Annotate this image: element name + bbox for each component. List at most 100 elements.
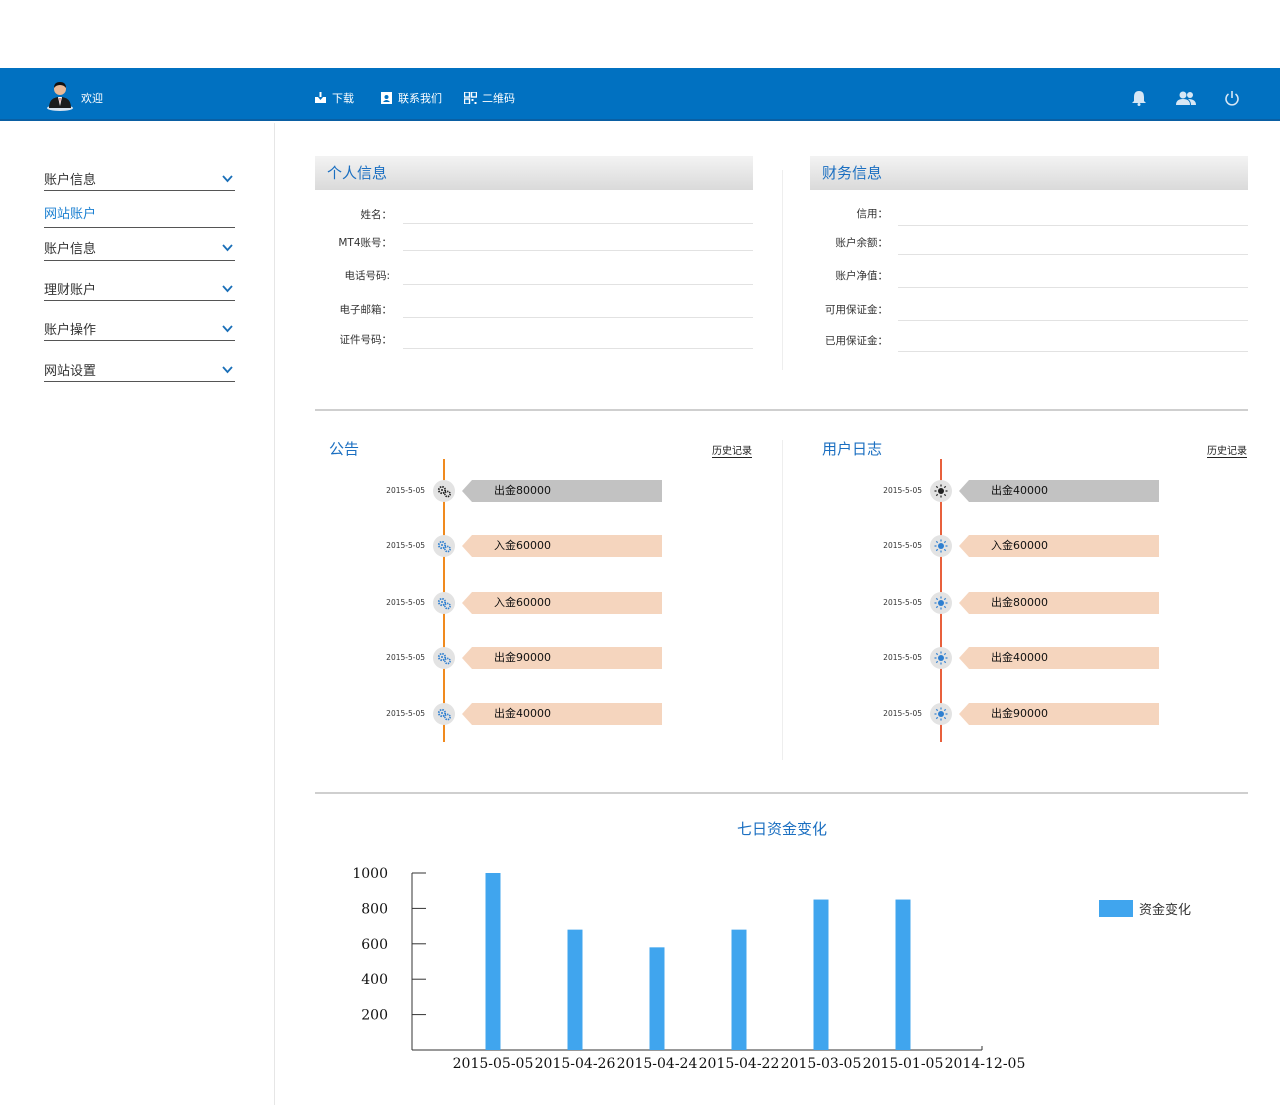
top-bar: 欢迎 下载 联系我们 二维码 xyxy=(0,68,1280,121)
chevron-down-icon xyxy=(222,366,233,374)
phone-field[interactable] xyxy=(403,284,753,285)
timeline-tag: 出金80000 xyxy=(959,592,1159,614)
bell-icon[interactable] xyxy=(1130,90,1148,106)
column-divider xyxy=(782,440,783,760)
x-tick-label: 2015-04-22 xyxy=(699,1056,780,1072)
y-tick-label: 800 xyxy=(361,901,388,917)
name-field[interactable] xyxy=(403,223,753,224)
chevron-down-icon xyxy=(222,285,233,293)
timeline-date: 2015-5-05 xyxy=(386,598,425,607)
gears-icon xyxy=(433,647,455,669)
user-log-history-link[interactable]: 历史记录 xyxy=(1207,442,1247,458)
gears-icon xyxy=(433,592,455,614)
contact-icon xyxy=(381,92,392,104)
lightbulb-icon xyxy=(930,647,952,669)
x-tick-label: 2015-01-05 xyxy=(863,1056,944,1072)
mt4-account-field[interactable] xyxy=(403,250,753,251)
sidebar-item-label: 理财账户 xyxy=(44,283,97,298)
timeline-tag: 出金40000 xyxy=(959,647,1159,669)
bar xyxy=(567,929,583,1050)
bar xyxy=(731,929,747,1050)
sidebar-item-site-settings[interactable]: 网站设置 xyxy=(44,360,235,382)
nav-contact[interactable]: 联系我们 xyxy=(380,90,442,106)
chevron-down-icon xyxy=(222,325,233,333)
x-tick-label: 2015-04-26 xyxy=(535,1056,616,1072)
legend-label: 资金变化 xyxy=(1139,903,1192,918)
bar xyxy=(649,947,665,1050)
id-number-field[interactable] xyxy=(403,348,753,349)
welcome-text: 欢迎 xyxy=(81,92,103,105)
timeline-date: 2015-5-05 xyxy=(883,709,922,718)
qr-code-icon xyxy=(464,92,477,104)
timeline-tag: 入金60000 xyxy=(959,535,1159,557)
used-margin-field[interactable] xyxy=(898,351,1248,352)
sidebar-item-website-account[interactable]: 网站账户 xyxy=(44,203,235,228)
chevron-down-icon xyxy=(222,244,233,252)
y-tick-label: 200 xyxy=(361,1008,388,1024)
chart-legend: 资金变化 xyxy=(1099,899,1191,918)
balance-field[interactable] xyxy=(898,254,1248,255)
announcements-title: 公告 xyxy=(329,440,360,458)
personal-info-header: 个人信息 xyxy=(315,156,753,190)
sidebar-item-label: 账户操作 xyxy=(44,323,97,338)
section-divider xyxy=(315,792,1248,794)
power-icon[interactable] xyxy=(1224,90,1240,106)
nav-qrcode-label: 二维码 xyxy=(482,92,515,105)
timeline-tag: 出金90000 xyxy=(462,647,662,669)
header-actions xyxy=(1130,90,1240,106)
timeline-tag: 入金60000 xyxy=(462,592,662,614)
sidebar-item-account-info[interactable]: 账户信息 xyxy=(44,169,235,191)
sidebar: 账户信息 网站账户 账户信息 理财账户 账户操作 网站设置 xyxy=(0,123,275,1105)
timeline-tag: 出金90000 xyxy=(959,703,1159,725)
timeline-date: 2015-5-05 xyxy=(386,486,425,495)
timeline-date: 2015-5-05 xyxy=(883,541,922,550)
bar xyxy=(485,873,501,1050)
top-nav: 下载 联系我们 二维码 xyxy=(314,90,515,106)
nav-contact-label: 联系我们 xyxy=(398,92,442,105)
free-margin-field[interactable] xyxy=(898,320,1248,321)
email-field[interactable] xyxy=(403,317,753,318)
nav-download[interactable]: 下载 xyxy=(314,90,354,106)
credit-field[interactable] xyxy=(898,225,1248,226)
timeline-tag: 出金80000 xyxy=(462,480,662,502)
timeline-tag: 出金40000 xyxy=(462,703,662,725)
download-icon xyxy=(315,92,326,103)
bar xyxy=(895,899,911,1050)
timeline-date: 2015-5-05 xyxy=(883,598,922,607)
timeline-date: 2015-5-05 xyxy=(883,653,922,662)
sidebar-item-label: 账户信息 xyxy=(44,173,97,188)
timeline-date: 2015-5-05 xyxy=(386,541,425,550)
y-tick-label: 400 xyxy=(361,972,388,988)
lightbulb-icon xyxy=(930,535,952,557)
gears-icon xyxy=(433,703,455,725)
y-tick-label: 600 xyxy=(361,937,388,953)
column-divider xyxy=(782,170,783,370)
x-tick-label: 2015-03-05 xyxy=(781,1056,862,1072)
gears-icon xyxy=(433,535,455,557)
sidebar-item-account-operations[interactable]: 账户操作 xyxy=(44,319,235,341)
nav-download-label: 下载 xyxy=(332,92,354,105)
timeline-date: 2015-5-05 xyxy=(386,653,425,662)
sidebar-item-label: 账户信息 xyxy=(44,242,97,257)
gears-icon xyxy=(433,480,455,502)
section-divider xyxy=(315,409,1248,411)
users-icon[interactable] xyxy=(1176,90,1196,106)
bar xyxy=(813,899,829,1050)
sidebar-item-wealth-account[interactable]: 理财账户 xyxy=(44,279,235,301)
y-tick-label: 1000 xyxy=(352,866,388,882)
legend-swatch xyxy=(1099,900,1133,917)
x-tick-label: 2015-05-05 xyxy=(453,1056,534,1072)
sidebar-item-label: 网站账户 xyxy=(44,207,97,222)
timeline-tag: 入金60000 xyxy=(462,535,662,557)
sidebar-item-label: 网站设置 xyxy=(44,364,97,379)
timeline-date: 2015-5-05 xyxy=(883,486,922,495)
lightbulb-icon xyxy=(930,703,952,725)
chevron-down-icon xyxy=(222,175,233,183)
equity-field[interactable] xyxy=(898,287,1248,288)
x-tick-label: 2014-12-05 xyxy=(945,1056,1026,1072)
sidebar-item-account-info-2[interactable]: 账户信息 xyxy=(44,238,235,261)
user-avatar-icon[interactable] xyxy=(46,79,74,111)
nav-qrcode[interactable]: 二维码 xyxy=(464,90,515,106)
announcements-history-link[interactable]: 历史记录 xyxy=(712,442,752,458)
x-tick-label: 2015-04-24 xyxy=(617,1056,698,1072)
